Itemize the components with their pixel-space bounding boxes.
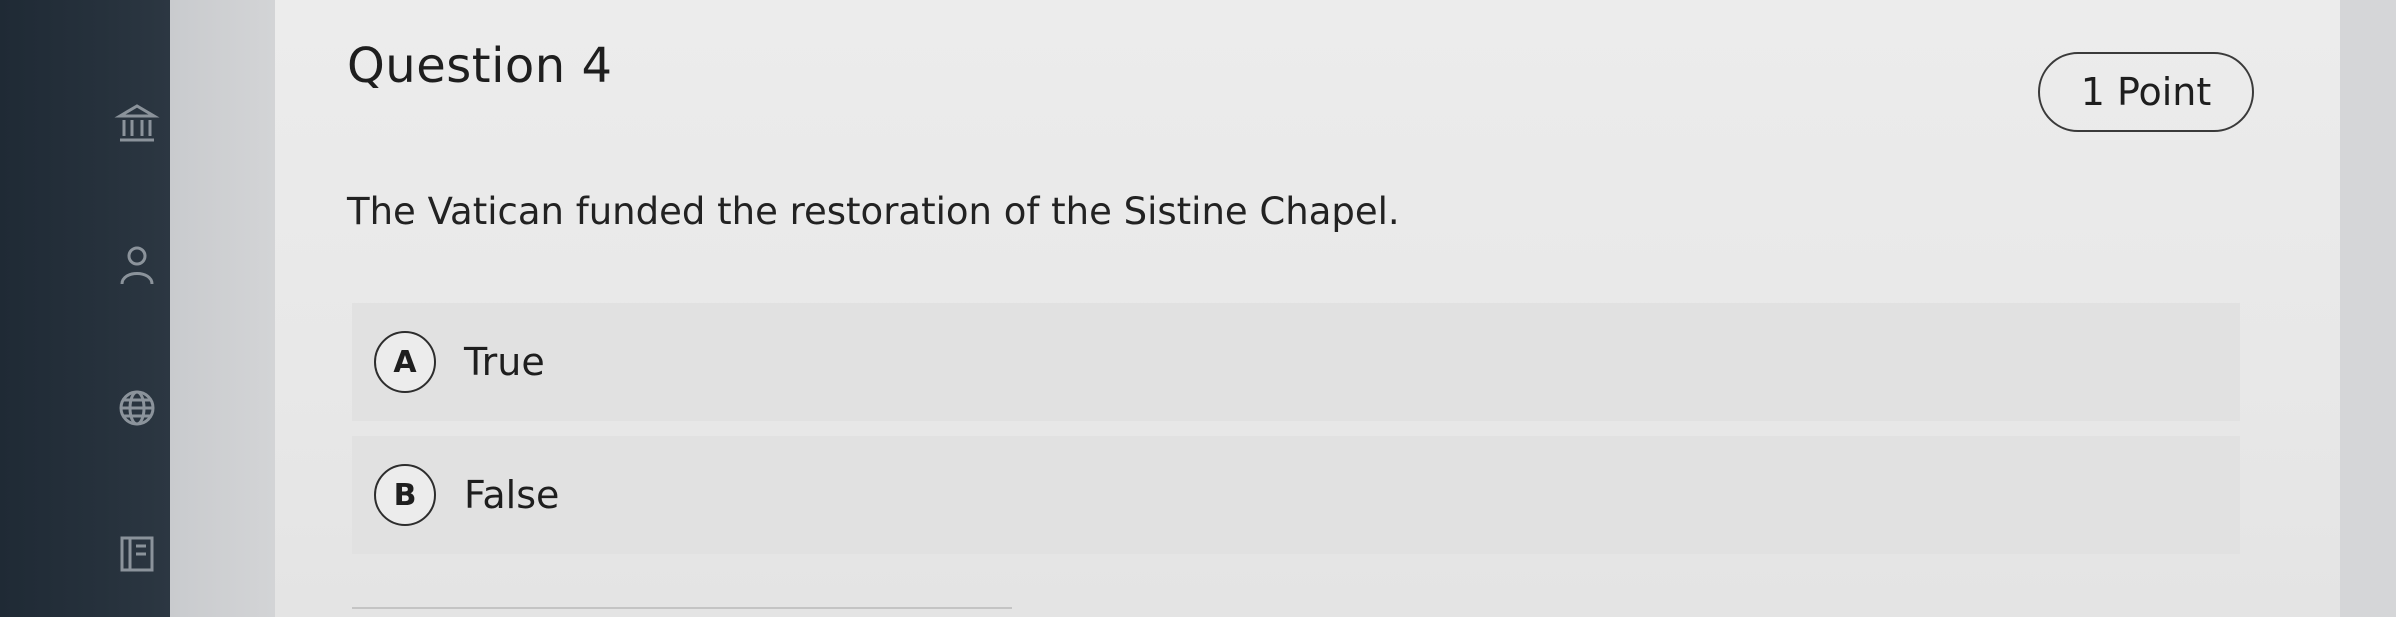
option-label: True	[464, 340, 545, 384]
question-title: Question 4	[347, 38, 613, 94]
answer-option-false[interactable]: B False	[352, 436, 2240, 554]
option-letter-badge: B	[374, 464, 436, 526]
left-nav-rail	[0, 0, 170, 617]
question-text: The Vatican funded the restoration of th…	[347, 190, 1400, 233]
divider	[352, 607, 1012, 609]
answer-option-true[interactable]: A True	[352, 303, 2240, 421]
points-badge: 1 Point	[2038, 52, 2254, 132]
institution-icon[interactable]	[112, 98, 162, 148]
right-gutter	[2340, 0, 2396, 617]
book-icon[interactable]	[112, 528, 162, 578]
content-gutter	[170, 0, 275, 617]
option-letter-badge: A	[374, 331, 436, 393]
person-icon[interactable]	[112, 240, 162, 290]
globe-icon[interactable]	[112, 383, 162, 433]
option-label: False	[464, 473, 560, 517]
